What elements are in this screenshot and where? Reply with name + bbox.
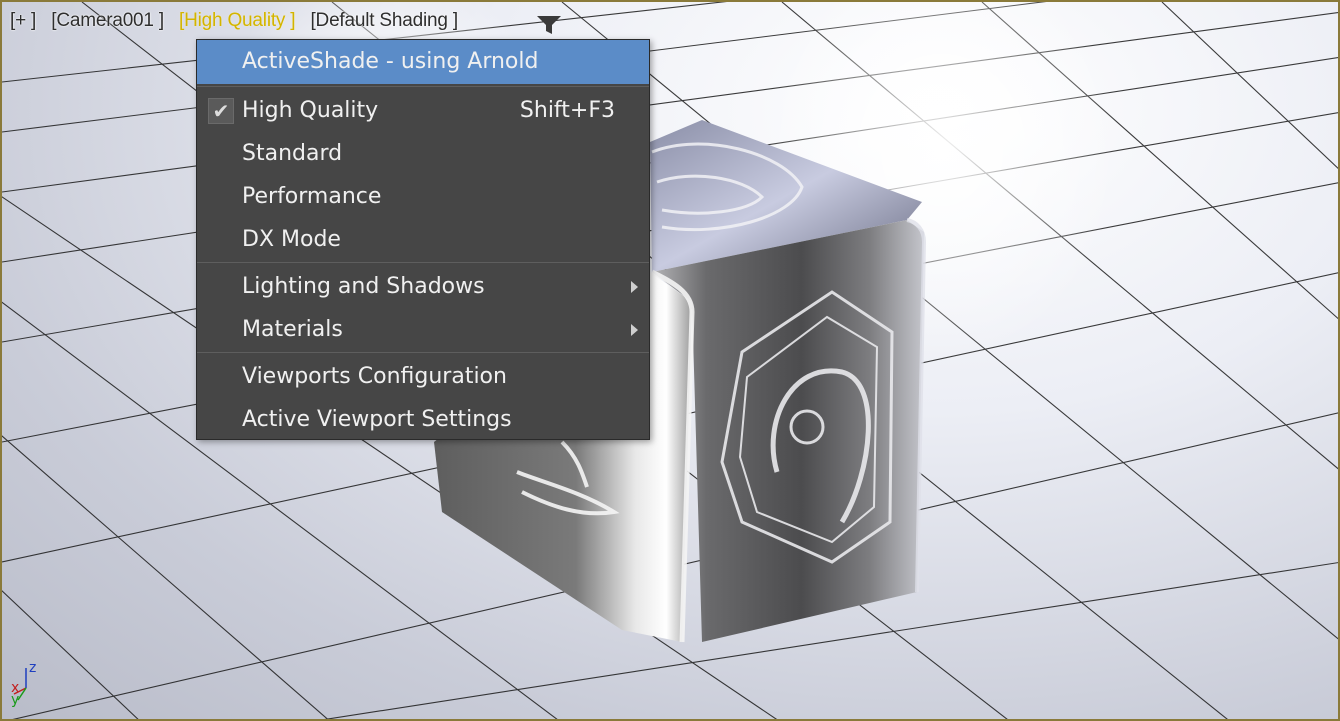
menu-item-label: ActiveShade - using Arnold bbox=[242, 49, 539, 74]
menu-separator bbox=[197, 86, 649, 87]
menu-separator bbox=[197, 352, 649, 353]
menu-item-dx-mode[interactable]: DX Mode bbox=[197, 218, 649, 261]
menu-item-standard[interactable]: Standard bbox=[197, 132, 649, 175]
axis-tripod-icon: z x y bbox=[11, 660, 36, 708]
camera-point-of-view-label[interactable]: [Camera001 ] bbox=[51, 10, 164, 31]
menu-item-label: High Quality bbox=[242, 98, 379, 123]
menu-item-shortcut: Shift+F3 bbox=[519, 98, 615, 123]
menu-item-label: Lighting and Shadows bbox=[242, 274, 485, 299]
menu-item-performance[interactable]: Performance bbox=[197, 175, 649, 218]
menu-item-viewports-configuration[interactable]: Viewports Configuration bbox=[197, 355, 649, 398]
axis-z-label: z bbox=[29, 660, 36, 676]
menu-item-label: DX Mode bbox=[242, 227, 341, 252]
shading-preset-menu: ActiveShade - using Arnold ✔ High Qualit… bbox=[196, 39, 650, 440]
menu-item-label: Active Viewport Settings bbox=[242, 407, 512, 432]
menu-item-active-viewport-settings[interactable]: Active Viewport Settings bbox=[197, 398, 649, 441]
menu-separator bbox=[197, 262, 649, 263]
submenu-arrow-icon bbox=[631, 281, 638, 293]
menu-item-activeshade[interactable]: ActiveShade - using Arnold bbox=[197, 40, 649, 84]
viewport-menu-label[interactable]: [+ ] bbox=[10, 10, 36, 31]
camera-viewport[interactable]: [+ ] [Camera001 ] [High Quality ] [Defau… bbox=[0, 0, 1340, 721]
menu-item-label: Performance bbox=[242, 184, 382, 209]
menu-item-label: Materials bbox=[242, 317, 343, 342]
menu-item-high-quality[interactable]: ✔ High Quality Shift+F3 bbox=[197, 89, 649, 132]
menu-item-lighting-and-shadows[interactable]: Lighting and Shadows bbox=[197, 265, 649, 308]
viewport-label-bar: [+ ] [Camera001 ] [High Quality ] [Defau… bbox=[10, 10, 468, 32]
checkmark-icon: ✔ bbox=[208, 98, 234, 124]
shading-preset-label[interactable]: [High Quality ] bbox=[179, 10, 296, 31]
menu-item-label: Standard bbox=[242, 141, 343, 166]
filter-funnel-icon[interactable] bbox=[536, 14, 562, 36]
menu-item-label: Viewports Configuration bbox=[242, 364, 507, 389]
submenu-arrow-icon bbox=[631, 324, 638, 336]
menu-item-materials[interactable]: Materials bbox=[197, 308, 649, 351]
visual-style-label[interactable]: [Default Shading ] bbox=[310, 10, 458, 31]
axis-y-label: y bbox=[11, 692, 19, 708]
